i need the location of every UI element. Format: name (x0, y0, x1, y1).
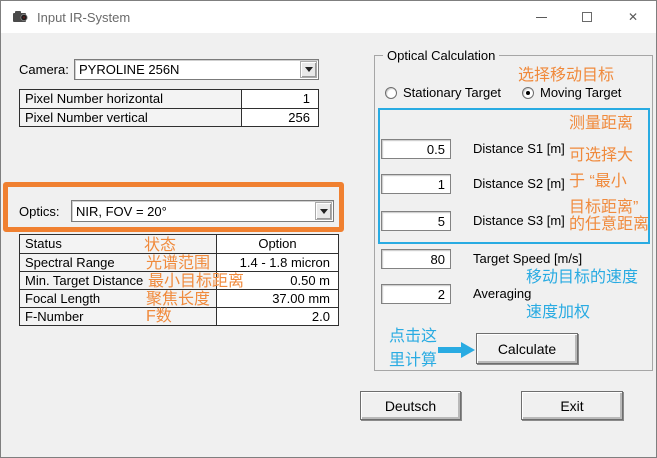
moving-target-label: Moving Target (540, 85, 621, 100)
measure-distance-cn-annotation: 测量距离 (569, 115, 633, 132)
optics-combobox-dropdown-button[interactable] (315, 202, 332, 220)
pixel-horizontal-label: Pixel Number horizontal (20, 90, 242, 108)
chevron-down-icon (305, 67, 313, 72)
choose-larger-cn-annotation: 可选择大 (569, 147, 633, 164)
exit-button[interactable]: Exit (521, 391, 623, 420)
arrow-right-icon (438, 342, 475, 358)
focal-length-cn-annotation: 聚焦长度 (146, 291, 210, 308)
minimize-button[interactable] (518, 1, 564, 33)
distance-s1-label: Distance S1 [m] (473, 139, 565, 159)
moving-target-radio[interactable]: Moving Target (522, 85, 621, 100)
target-distance-cn-annotation: 目标距离” (569, 199, 638, 216)
select-moving-target-cn-annotation: 选择移动目标 (518, 67, 614, 84)
titlebar: Input IR-System ✕ (1, 1, 656, 33)
target-speed-input[interactable] (381, 249, 451, 269)
close-icon: ✕ (628, 10, 638, 24)
pixel-horizontal-value: 1 (242, 90, 318, 108)
f-number-cn-annotation: F数 (146, 308, 172, 325)
camera-combobox[interactable]: PYROLINE 256N (74, 59, 319, 80)
status-cn-annotation: 状态 (144, 237, 176, 254)
camera-combobox-value: PYROLINE 256N (75, 62, 299, 77)
minimize-icon (536, 17, 547, 18)
than-min-cn-annotation: 于 “最小 (569, 173, 627, 190)
radio-checked-icon (522, 87, 534, 99)
camera-app-icon (12, 10, 32, 24)
optics-combobox[interactable]: NIR, FOV = 20° (71, 200, 334, 222)
deutsch-button[interactable]: Deutsch (360, 391, 461, 420)
status-header: Status (20, 235, 217, 253)
min-target-distance-cn-annotation: 最小目标距离 (148, 273, 244, 290)
maximize-button[interactable] (564, 1, 610, 33)
averaging-label: Averaging (473, 284, 531, 304)
moving-speed-cn-annotation: 移动目标的速度 (526, 269, 638, 286)
distance-s3-input[interactable] (381, 211, 451, 231)
chevron-down-icon (320, 209, 328, 214)
f-number-label: F-Number (20, 308, 217, 325)
optics-label: Optics: (19, 204, 59, 219)
dialog-window: Input IR-System ✕ Camera: PYROLINE 256N … (0, 0, 657, 458)
pixel-number-table: Pixel Number horizontal 1 Pixel Number v… (19, 89, 319, 127)
averaging-input[interactable] (381, 284, 451, 304)
stationary-target-label: Stationary Target (403, 85, 501, 100)
target-speed-label: Target Speed [m/s] (473, 249, 582, 269)
window-title: Input IR-System (37, 10, 130, 25)
distance-s2-label: Distance S2 [m] (473, 174, 565, 194)
click-here-2-cn-annotation: 里计算 (389, 352, 437, 369)
optics-combobox-value: NIR, FOV = 20° (72, 204, 314, 219)
spectral-range-value: 1.4 - 1.8 micron (217, 254, 338, 271)
stationary-target-radio[interactable]: Stationary Target (385, 85, 501, 100)
camera-label: Camera: (19, 62, 69, 77)
table-header-row: Status Option (20, 235, 338, 253)
camera-combobox-dropdown-button[interactable] (300, 61, 317, 78)
distance-s1-input[interactable] (381, 139, 451, 159)
calculate-button[interactable]: Calculate (476, 333, 578, 364)
table-row: F-Number 2.0 (20, 307, 338, 325)
pixel-vertical-value: 256 (242, 109, 318, 126)
any-distance-cn-annotation: 的任意距离 (569, 216, 649, 233)
pixel-vertical-label: Pixel Number vertical (20, 109, 242, 126)
maximize-icon (582, 12, 592, 22)
table-row: Pixel Number vertical 256 (20, 108, 318, 126)
f-number-value: 2.0 (217, 308, 338, 325)
click-here-1-cn-annotation: 点击这 (389, 328, 437, 345)
close-button[interactable]: ✕ (610, 1, 656, 33)
distance-s3-label: Distance S3 [m] (473, 211, 565, 231)
spectral-range-cn-annotation: 光谱范围 (146, 255, 210, 272)
distance-s2-input[interactable] (381, 174, 451, 194)
focal-length-value: 37.00 mm (217, 290, 338, 307)
option-header: Option (217, 235, 338, 253)
radio-icon (385, 87, 397, 99)
optical-calculation-title: Optical Calculation (383, 48, 499, 63)
table-row: Pixel Number horizontal 1 (20, 90, 318, 108)
speed-weight-cn-annotation: 速度加权 (526, 304, 590, 321)
